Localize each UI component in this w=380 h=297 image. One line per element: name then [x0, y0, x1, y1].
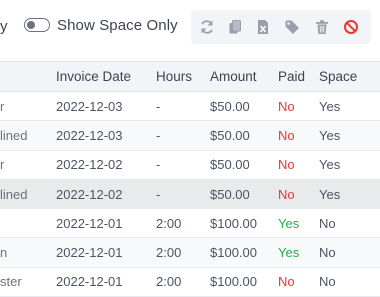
toggle-knob [27, 21, 35, 29]
table-row[interactable]: ster 2022-12-01 2:00 $100.00 No No [0, 267, 380, 297]
paid-cell: Yes [278, 245, 300, 261]
hours-cell: - [156, 98, 161, 114]
hours-cell: - [156, 157, 161, 173]
space-cell: Yes [319, 157, 341, 173]
amount-cell: $50.00 [210, 98, 250, 114]
invoice-date-cell: 2022-12-03 [56, 127, 123, 143]
excel-export-icon[interactable] [254, 18, 272, 36]
filter-label-fragment: y [0, 18, 8, 35]
cut-cell: lined [0, 127, 28, 143]
space-cell: No [319, 215, 336, 231]
column-header-invoice-date[interactable]: Invoice Date [56, 61, 156, 92]
amount-cell: $50.00 [210, 186, 250, 202]
table-row[interactable]: r 2022-12-03 - $50.00 No Yes [0, 92, 380, 121]
paid-cell: No [278, 157, 295, 173]
cut-cell: n [0, 245, 8, 261]
invoice-date-cell: 2022-12-01 [56, 245, 123, 261]
invoice-date-cell: 2022-12-01 [56, 215, 123, 231]
hours-cell: 2:00 [156, 215, 182, 231]
copy-icon[interactable] [226, 18, 244, 36]
hours-cell: - [156, 186, 161, 202]
tag-icon[interactable] [283, 18, 301, 36]
column-header-amount[interactable]: Amount [210, 61, 278, 92]
table-header-row: Invoice Date Hours Amount Paid Space [0, 61, 380, 92]
space-cell: Yes [319, 186, 341, 202]
amount-cell: $50.00 [210, 157, 250, 173]
table-row[interactable]: lined 2022-12-02 - $50.00 No Yes [0, 179, 380, 209]
space-cell: No [319, 274, 336, 290]
show-space-only-toggle[interactable] [24, 18, 50, 32]
space-cell: Yes [319, 127, 341, 143]
amount-cell: $100.00 [210, 215, 257, 231]
refresh-icon[interactable] [198, 18, 216, 36]
trash-icon[interactable] [313, 18, 331, 36]
filter-bar: y Show Space Only [0, 0, 380, 58]
invoice-date-cell: 2022-12-01 [56, 274, 123, 290]
cut-cell: r [0, 98, 5, 114]
cut-cell: r [0, 157, 5, 173]
paid-cell: Yes [278, 215, 300, 231]
hours-cell: - [156, 127, 161, 143]
cut-cell: lined [0, 186, 28, 202]
table-row[interactable]: lined 2022-12-03 - $50.00 No Yes [0, 120, 380, 151]
paid-cell: No [278, 186, 295, 202]
invoice-date-cell: 2022-12-02 [56, 157, 123, 173]
hours-cell: 2:00 [156, 274, 182, 290]
column-header-paid[interactable]: Paid [278, 61, 319, 92]
space-cell: No [319, 245, 336, 261]
table-row[interactable]: r 2022-12-02 - $50.00 No Yes [0, 150, 380, 180]
table-row[interactable]: n 2022-12-01 2:00 $100.00 Yes No [0, 237, 380, 268]
show-space-only-label: Show Space Only [57, 17, 178, 34]
column-header-hours[interactable]: Hours [156, 61, 210, 92]
paid-cell: No [278, 127, 295, 143]
invoice-date-cell: 2022-12-03 [56, 98, 123, 114]
cut-cell: ster [0, 274, 22, 290]
paid-cell: No [278, 274, 295, 290]
space-cell: Yes [319, 98, 341, 114]
column-header-space[interactable]: Space [319, 61, 380, 92]
paid-cell: No [278, 98, 295, 114]
cut-cell [0, 209, 56, 238]
amount-cell: $100.00 [210, 245, 257, 261]
toolbar [191, 10, 371, 44]
table-row[interactable]: 2022-12-01 2:00 $100.00 Yes No [0, 209, 380, 238]
invoice-table: Invoice Date Hours Amount Paid Space r 2… [0, 61, 380, 297]
amount-cell: $50.00 [210, 127, 250, 143]
block-icon[interactable] [342, 18, 360, 36]
amount-cell: $100.00 [210, 274, 257, 290]
hours-cell: 2:00 [156, 245, 182, 261]
invoice-date-cell: 2022-12-02 [56, 186, 123, 202]
column-header-cut[interactable] [0, 61, 56, 92]
